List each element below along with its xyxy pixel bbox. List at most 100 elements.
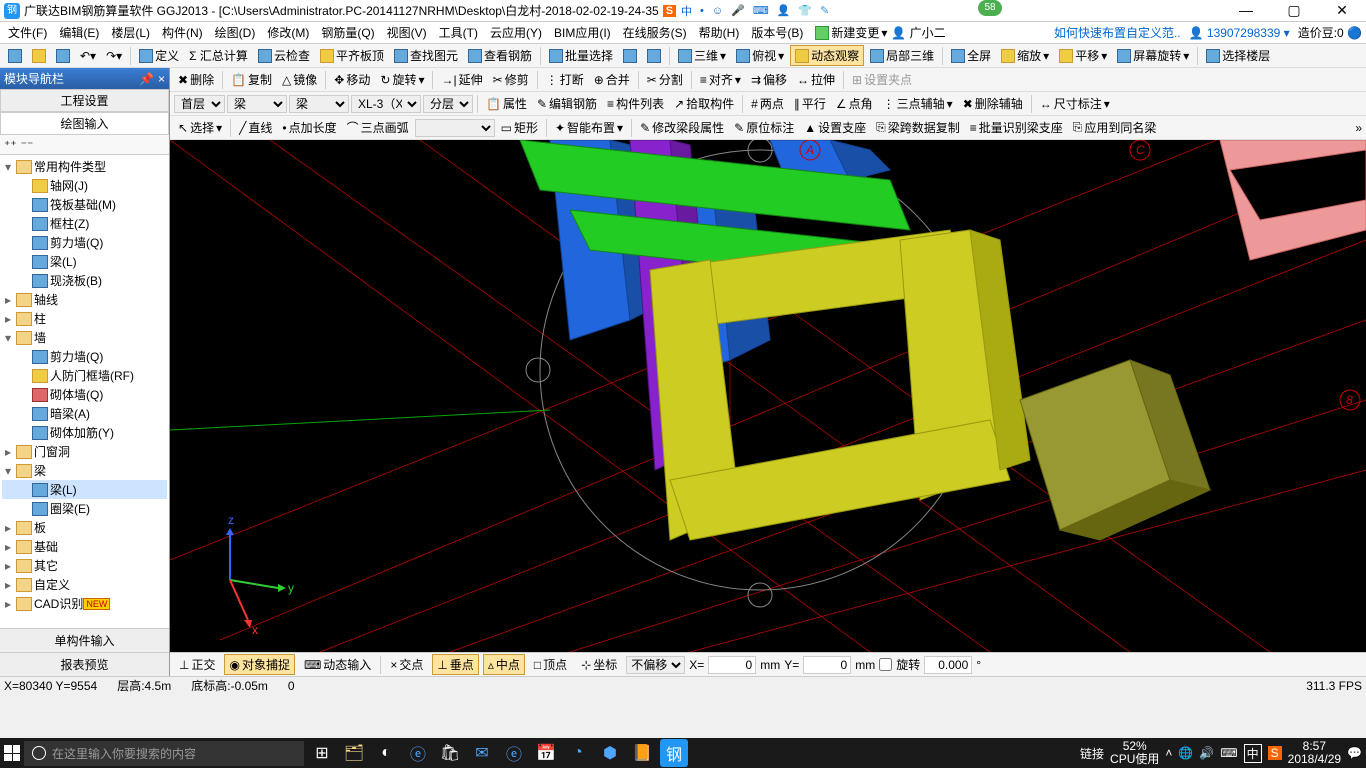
- local-3d-button[interactable]: 局部三维: [866, 46, 938, 65]
- ime-zh[interactable]: 中: [1244, 744, 1262, 763]
- next-icon[interactable]: [643, 48, 665, 64]
- menu-tools[interactable]: 工具(T): [435, 24, 482, 41]
- top-view-button[interactable]: 俯视▾: [732, 46, 788, 65]
- close-button[interactable]: ✕: [1322, 2, 1362, 19]
- store-icon[interactable]: 🛍: [436, 739, 464, 767]
- tree-masonry-y[interactable]: 砌体加筋(Y): [2, 423, 167, 442]
- maximize-button[interactable]: ▢: [1274, 2, 1314, 19]
- select-layer-button[interactable]: 选择楼层: [1202, 46, 1274, 65]
- redo-icon[interactable]: ↷▾: [102, 48, 126, 64]
- tree-opening[interactable]: ▸门窗洞: [2, 442, 167, 461]
- tree-masonry-q[interactable]: 砌体墙(Q): [2, 385, 167, 404]
- save-icon[interactable]: [52, 48, 74, 64]
- tree-slab[interactable]: ▸板: [2, 518, 167, 537]
- ie-icon[interactable]: ⓔ: [500, 739, 528, 767]
- rotate-input[interactable]: [924, 656, 972, 674]
- tree-cad[interactable]: ▸CAD识别 NEW: [2, 594, 167, 613]
- collapse-icon[interactable]: ⁻⁻: [21, 138, 34, 152]
- level-button[interactable]: 平齐板顶: [316, 46, 388, 65]
- menu-view[interactable]: 视图(V): [383, 24, 431, 41]
- coord-button[interactable]: ⊹ 坐标: [576, 654, 622, 675]
- sidebar-close-icon[interactable]: ×: [158, 72, 165, 86]
- tree-axis[interactable]: ▸轴线: [2, 290, 167, 309]
- zoom-button[interactable]: 缩放▾: [997, 46, 1053, 65]
- ime-indicator[interactable]: S 中 •☺🎤⌨ 👤👕✎: [663, 3, 833, 19]
- ime-s[interactable]: S: [1268, 746, 1282, 760]
- dim-button[interactable]: ↔ 尺寸标注▾: [1036, 94, 1114, 113]
- tree-shearwall[interactable]: 剪力墙(Q): [2, 233, 167, 252]
- parallel-button[interactable]: ∥ 平行: [790, 94, 830, 113]
- line-button[interactable]: ╱ 直线: [235, 118, 276, 137]
- copy-button[interactable]: 📋 复制: [227, 70, 276, 89]
- edit-steel-button[interactable]: ✎ 编辑钢筋: [533, 94, 601, 113]
- prev-icon[interactable]: [619, 48, 641, 64]
- y-input[interactable]: [803, 656, 851, 674]
- rotate-button[interactable]: ↻ 旋转▾: [376, 70, 428, 89]
- component-tree[interactable]: ▾常用构件类型 轴网(J) 筏板基础(M) 框柱(Z) 剪力墙(Q) 梁(L) …: [0, 155, 169, 628]
- tree-slab-b[interactable]: 现浇板(B): [2, 271, 167, 290]
- more-icon[interactable]: »: [1355, 121, 1362, 135]
- align-button[interactable]: ≡ 对齐▾: [696, 70, 745, 89]
- offset-select[interactable]: 不偏移: [626, 656, 685, 674]
- sum-button[interactable]: Σ 汇总计算: [185, 46, 252, 65]
- x-input[interactable]: [708, 656, 756, 674]
- tree-raft-m[interactable]: 筏板基础(M): [2, 195, 167, 214]
- mail-icon[interactable]: ✉: [468, 739, 496, 767]
- tray-up-icon[interactable]: ˄: [1165, 746, 1172, 760]
- edge-icon[interactable]: ⓔ: [404, 739, 432, 767]
- mirror-button[interactable]: △ 镜像: [278, 70, 321, 89]
- fullscreen-button[interactable]: 全屏: [947, 46, 995, 65]
- smart-button[interactable]: ✦ 智能布置▾: [551, 118, 627, 137]
- arc-opts-select[interactable]: [415, 119, 495, 137]
- vertex-button[interactable]: □ 顶点: [529, 654, 572, 675]
- tree-axis-j[interactable]: 轴网(J): [2, 176, 167, 195]
- offset-button[interactable]: ⇉ 偏移: [747, 70, 791, 89]
- help-link[interactable]: 如何快速布置自定义范..: [1054, 24, 1181, 41]
- cpu-meter[interactable]: 52%CPU使用: [1110, 740, 1159, 766]
- modprop-button[interactable]: ✎ 修改梁段属性: [636, 118, 728, 137]
- type1-select[interactable]: 梁: [227, 95, 287, 113]
- arc-button[interactable]: ⌒ 三点画弧: [343, 118, 413, 137]
- tree-beam[interactable]: ▾梁: [2, 461, 167, 480]
- new-change-button[interactable]: 新建变更 ▾: [815, 24, 887, 41]
- tree-column[interactable]: ▸柱: [2, 309, 167, 328]
- perp-button[interactable]: ⊥ 垂点: [432, 654, 478, 675]
- tree-beam-l[interactable]: 梁(L): [2, 480, 167, 499]
- trim-button[interactable]: ✂ 修剪: [489, 70, 533, 89]
- tree-door-rf[interactable]: 人防门框墙(RF): [2, 366, 167, 385]
- notification-badge[interactable]: 58: [978, 0, 1002, 16]
- menu-help[interactable]: 帮助(H): [695, 24, 744, 41]
- property-button[interactable]: 📋 属性: [482, 94, 531, 113]
- taskbar-search[interactable]: 在这里输入你要搜索的内容: [24, 741, 304, 766]
- dynamic-view-button[interactable]: 动态观察: [790, 45, 864, 66]
- app-icon-2[interactable]: 📅: [532, 739, 560, 767]
- open-icon[interactable]: [28, 48, 50, 64]
- 3d-button[interactable]: 三维▾: [674, 46, 730, 65]
- keyboard-icon[interactable]: ⌨: [1220, 746, 1237, 760]
- app-icon-5[interactable]: 📙: [628, 739, 656, 767]
- rotate-checkbox[interactable]: [879, 658, 892, 671]
- tree-ringbeam-e[interactable]: 圈梁(E): [2, 499, 167, 518]
- batch-select-button[interactable]: 批量选择: [545, 46, 617, 65]
- explorer-icon[interactable]: 🗂: [340, 739, 368, 767]
- tree-common[interactable]: ▾常用构件类型: [2, 157, 167, 176]
- new-icon[interactable]: [4, 48, 26, 64]
- clock[interactable]: 8:572018/4/29: [1288, 740, 1341, 766]
- addlen-button[interactable]: • 点加长度: [278, 118, 340, 137]
- tab-single-component[interactable]: 单构件输入: [0, 628, 169, 652]
- intersect-button[interactable]: × 交点: [385, 654, 428, 675]
- complist-button[interactable]: ≡ 构件列表: [603, 94, 668, 113]
- app-icon-4[interactable]: ⬢: [596, 739, 624, 767]
- delaxis-button[interactable]: ✖ 删除辅轴: [959, 94, 1027, 113]
- pick-button[interactable]: ↗ 拾取构件: [670, 94, 738, 113]
- tree-darkbeam-a[interactable]: 暗梁(A): [2, 404, 167, 423]
- menu-edit[interactable]: 编辑(E): [55, 24, 103, 41]
- tree-shearwall-q[interactable]: 剪力墙(Q): [2, 347, 167, 366]
- dyn-input-button[interactable]: ⌨ 动态输入: [299, 654, 376, 675]
- rotate-screen-button[interactable]: 屏幕旋转▾: [1113, 46, 1193, 65]
- copyspan-button[interactable]: ⎘ 梁跨数据复制: [872, 118, 964, 137]
- rect-button[interactable]: ▭ 矩形: [497, 118, 542, 137]
- tab-report-preview[interactable]: 报表预览: [0, 652, 169, 676]
- split-button[interactable]: ✂ 分割: [643, 70, 687, 89]
- 3d-viewport[interactable]: A C 8 z y x: [170, 140, 1366, 652]
